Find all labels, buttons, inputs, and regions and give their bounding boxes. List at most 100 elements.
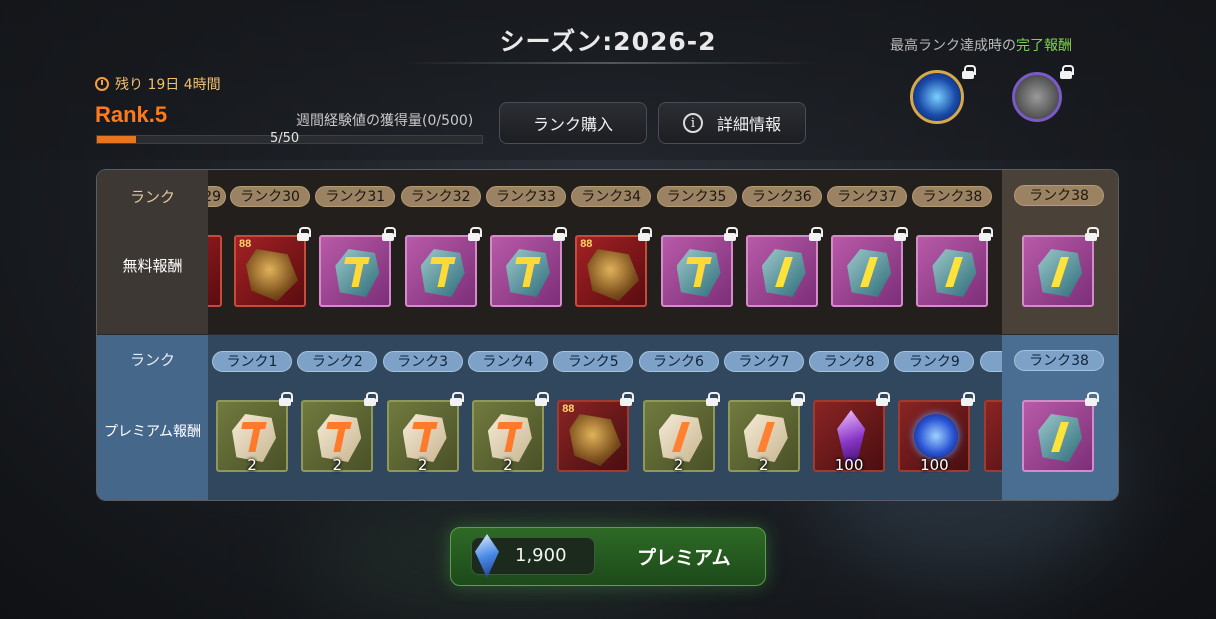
lock-icon — [1084, 392, 1099, 406]
reward-item[interactable]: 2 — [727, 392, 805, 474]
reward-item-partial[interactable] — [983, 400, 1002, 472]
rank-pill: ランク30 — [230, 186, 310, 207]
lock-icon — [534, 392, 549, 406]
lock-icon — [808, 227, 823, 241]
lock-icon — [296, 227, 311, 241]
premium-final-reward-item[interactable] — [1022, 392, 1099, 472]
buy-rank-button[interactable]: ランク購入 — [499, 102, 647, 144]
reward-item[interactable]: 2 — [301, 392, 379, 474]
premium-rank-header: ランク — [129, 351, 175, 369]
lock-icon — [278, 392, 293, 406]
enhance-glyph-icon — [345, 257, 369, 287]
lock-icon — [381, 227, 397, 241]
enhance-glyph-icon — [327, 422, 351, 452]
item-count: 2 — [673, 456, 684, 474]
reward-track-panel: ランク 無料報酬 29ランク30ランク31ランク32ランク33ランク34ランク3… — [96, 169, 1119, 501]
premium-final-reward-column: ランク38 — [1002, 335, 1118, 500]
armor-icon — [246, 249, 298, 301]
reward-item[interactable] — [745, 227, 823, 307]
current-rank: Rank.5 — [95, 102, 168, 127]
max-rank-reward-label: 最高ランク達成時の完了報酬 — [890, 35, 1072, 55]
lock-icon — [467, 227, 482, 241]
rank-pill: ランク38 — [1014, 185, 1104, 206]
rank-pill: ランク38 — [912, 186, 993, 207]
lock-icon — [875, 392, 891, 406]
reward-item[interactable]: 100 — [898, 392, 976, 474]
reward-item[interactable]: 2 — [642, 392, 720, 474]
lock-icon — [961, 65, 976, 79]
rank-progress-fill — [97, 136, 136, 143]
reward-item[interactable]: 2 — [471, 392, 549, 474]
free-reward-scroll[interactable]: 29ランク30ランク31ランク32ランク33ランク34ランク35ランク36ランク… — [208, 170, 1002, 334]
reward-item[interactable]: 2 — [216, 392, 293, 474]
reward-item[interactable] — [319, 227, 397, 307]
premium-reward-row: ランク プレミアム報酬 ランク1 ランク2 ランク3 ランク4 ランク5 ランク6 ランク7… — [97, 335, 1118, 500]
reward-item[interactable] — [404, 227, 482, 307]
reward-item[interactable]: 100 — [813, 392, 891, 474]
lock-icon — [449, 392, 464, 406]
lock-icon — [363, 392, 379, 406]
reward-item[interactable]: 88 — [575, 227, 653, 307]
item-level-badge: 88 — [580, 238, 593, 250]
free-rank-header: ランク — [129, 188, 175, 206]
max-rank-prefix: 最高ランク達成時の — [890, 38, 1016, 54]
free-reward-header: 無料報酬 — [122, 257, 183, 275]
free-final-reward-column: ランク38 — [1002, 170, 1118, 334]
details-button[interactable]: i 詳細情報 — [658, 102, 806, 144]
rank-pill: ランク32 — [400, 186, 481, 207]
reward-item[interactable] — [831, 227, 909, 307]
rank-pill: ランク36 — [741, 186, 822, 207]
lock-icon — [552, 227, 567, 241]
rank-pill: ランク5 — [553, 351, 634, 372]
rank-pill: ランク3 — [382, 351, 463, 372]
item-count: 2 — [759, 456, 769, 474]
rank-pill: ランク6 — [638, 351, 719, 372]
premium-label: プレミアム — [637, 547, 731, 569]
timer-text: 残り 19日 4時間 — [115, 77, 221, 93]
lock-icon — [705, 392, 720, 406]
rank-pill: ランク2 — [297, 351, 378, 372]
orb-icon — [914, 414, 959, 458]
timer-icon — [95, 77, 109, 91]
info-icon: i — [682, 113, 703, 133]
item-count: 100 — [834, 456, 864, 474]
reward-item-partial[interactable] — [208, 235, 222, 307]
weekly-exp-label: 週間経験値の獲得量(0/500) — [296, 113, 474, 129]
reward-item[interactable] — [660, 227, 738, 307]
rank-pill: ランク8 — [809, 351, 890, 372]
reward-item[interactable]: 2 — [386, 392, 464, 474]
rank-pill: ランク1 — [212, 351, 292, 372]
rank-pill: ランク34 — [571, 186, 652, 207]
reward-item[interactable] — [916, 227, 994, 307]
premium-reward-header: プレミアム報酬 — [103, 424, 202, 440]
reward-item[interactable]: 88 — [234, 227, 311, 307]
item-count: 2 — [332, 456, 343, 474]
item-count: 2 — [503, 456, 513, 474]
item-count: 2 — [417, 456, 428, 474]
premium-purchase-button[interactable]: 1,900 プレミアム — [450, 527, 766, 586]
free-final-reward-item[interactable] — [1022, 227, 1099, 307]
item-level-badge: 88 — [239, 238, 252, 250]
premium-price: 1,900 — [515, 545, 567, 566]
rank-pill: ランク7 — [723, 351, 804, 372]
lock-icon — [1059, 65, 1074, 79]
enhance-glyph-icon — [498, 422, 522, 452]
enhance-glyph-icon — [413, 422, 437, 452]
armor-icon — [569, 414, 622, 466]
free-reward-row: ランク 無料報酬 29ランク30ランク31ランク32ランク33ランク34ランク3… — [97, 170, 1118, 334]
buy-rank-label: ランク購入 — [532, 115, 613, 134]
rank-pill: ランク38 — [1014, 350, 1104, 371]
item-count: 100 — [920, 456, 949, 474]
rank-pill: ランク35 — [656, 186, 737, 207]
rank-progress-text: 5/50 — [270, 131, 300, 146]
reward-item[interactable] — [489, 227, 567, 307]
enhance-glyph-icon — [431, 257, 455, 287]
premium-reward-scroll[interactable]: ランク1 ランク2 ランク3 ランク4 ランク5 ランク6 ランク7 ランク8 ランク9 2 2 2 2… — [208, 335, 1002, 500]
lock-icon — [1084, 227, 1099, 241]
enhance-glyph-icon — [516, 257, 540, 287]
title-divider — [400, 62, 820, 64]
item-count: 2 — [247, 456, 257, 474]
reward-item[interactable]: 88 — [557, 392, 635, 472]
completion-reward-icon-1[interactable] — [910, 65, 976, 124]
completion-reward-icon-2[interactable] — [1012, 65, 1074, 122]
